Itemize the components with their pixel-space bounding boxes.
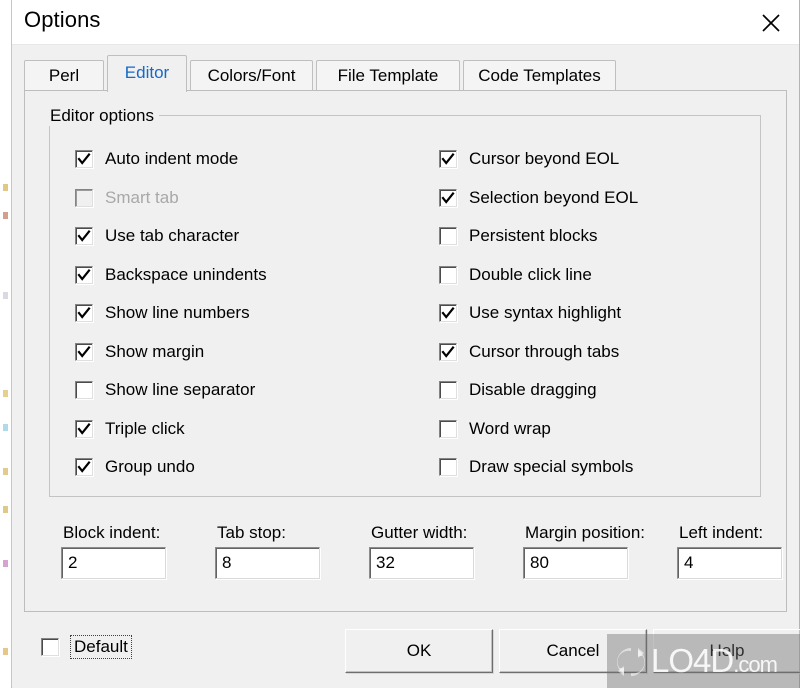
checkbox-persistent-blocks[interactable]: Persistent blocks — [439, 223, 598, 249]
checkbox-show-line-numbers[interactable]: Show line numbers — [75, 300, 250, 326]
checkbox-triple-click[interactable]: Triple click — [75, 416, 185, 442]
checkbox-box — [75, 458, 93, 476]
checkbox-use-syntax-highlight[interactable]: Use syntax highlight — [439, 300, 621, 326]
checkbox-label: Use syntax highlight — [469, 303, 622, 322]
tab-code-templates[interactable]: Code Templates — [463, 60, 616, 91]
checkbox-cursor-beyond-eol[interactable]: Cursor beyond EOL — [439, 146, 619, 172]
tab-strip: Perl Editor Colors/Font File Template Code T… — [24, 55, 787, 92]
checkbox-box — [75, 150, 93, 168]
checkbox-label: Double click line — [469, 264, 592, 284]
field-label: Block indent: — [63, 523, 161, 542]
checkbox-label: Word wrap — [469, 418, 551, 438]
checkbox-draw-special-symbols[interactable]: Draw special symbols — [439, 454, 633, 480]
background-artifact — [3, 506, 8, 513]
checkbox-box — [439, 419, 457, 438]
checkbox-box — [439, 150, 457, 168]
background-artifact — [3, 648, 8, 655]
checkbox-box — [439, 458, 457, 476]
cancel-button[interactable]: Cancel — [499, 629, 647, 673]
checkbox-label: Cursor beyond EOL — [469, 149, 620, 168]
checkbox-word-wrap[interactable]: Word wrap — [439, 416, 551, 442]
field-label: Left indent: — [679, 523, 764, 542]
field-input[interactable] — [369, 547, 474, 579]
field-label: Tab stop: — [217, 523, 286, 542]
checkbox-box — [75, 419, 93, 438]
tab-perl[interactable]: Perl — [24, 60, 104, 91]
checkbox-label: Smart tab — [105, 187, 179, 207]
title-bar: Options — [12, 0, 799, 45]
field-label: Gutter width: — [371, 523, 468, 542]
checkbox-auto-indent-mode[interactable]: Auto indent mode — [75, 146, 238, 172]
checkbox-label: Disable dragging — [469, 380, 597, 399]
checkbox-use-tab-character[interactable]: Use tab character — [75, 223, 239, 249]
checkbox-backspace-unindents[interactable]: Backspace unindents — [75, 262, 267, 288]
checkbox-group-undo[interactable]: Group undo — [75, 454, 195, 480]
tab-page-editor: Auto indent mode Smart tab Use tab charact… — [24, 90, 787, 612]
checkbox-label: Draw special symbols — [469, 457, 634, 476]
checkbox-label: Use tab character — [105, 226, 240, 245]
checkbox-disable-dragging[interactable]: Disable dragging — [439, 377, 597, 403]
checkbox-label: Show margin — [105, 341, 205, 361]
checkbox-label: Show line separator — [105, 380, 256, 399]
field-input[interactable] — [523, 547, 628, 579]
checkbox-label: Cursor through tabs — [469, 341, 620, 361]
window-title: Options — [24, 7, 101, 32]
checkbox-box — [75, 227, 93, 245]
checkbox-double-click-line[interactable]: Double click line — [439, 262, 592, 288]
checkbox-box — [75, 188, 93, 207]
checkbox-selection-beyond-eol[interactable]: Selection beyond EOL — [439, 185, 638, 211]
close-icon — [762, 14, 780, 32]
close-button[interactable] — [743, 0, 799, 43]
background-artifact — [3, 184, 8, 191]
group-legend: Editor options — [46, 106, 159, 126]
checkbox-box — [75, 265, 93, 284]
field-input[interactable] — [61, 547, 166, 579]
checkbox-show-line-separator[interactable]: Show line separator — [75, 377, 255, 403]
checkbox-label: Auto indent mode — [105, 149, 239, 168]
checkbox-label: Backspace unindents — [105, 264, 267, 284]
checkbox-label: Persistent blocks — [469, 226, 598, 245]
options-dialog: Options Perl Editor Colors/Font File Templa… — [11, 0, 800, 688]
tab-editor[interactable]: Editor — [107, 55, 187, 92]
default-checkbox-label: Default — [70, 635, 132, 659]
checkbox-box — [439, 188, 457, 207]
background-artifact — [3, 560, 8, 567]
background-artifact — [3, 424, 8, 431]
field-input[interactable] — [215, 547, 320, 579]
checkbox-box — [75, 342, 93, 361]
checkbox-smart-tab: Smart tab — [75, 185, 179, 211]
tab-file-template[interactable]: File Template — [316, 60, 460, 91]
checkbox-box — [41, 638, 59, 656]
checkbox-box — [439, 381, 457, 399]
default-checkbox[interactable]: Default — [41, 635, 132, 659]
checkbox-box — [75, 304, 93, 322]
checkbox-label: Show line numbers — [105, 303, 250, 322]
help-button[interactable]: Help — [653, 629, 800, 673]
checkbox-show-margin[interactable]: Show margin — [75, 339, 204, 365]
checkbox-box — [439, 304, 457, 322]
field-input[interactable] — [677, 547, 782, 579]
background-artifact — [3, 292, 8, 299]
ok-button[interactable]: OK — [345, 629, 493, 673]
checkbox-box — [439, 342, 457, 361]
background-artifact — [3, 390, 8, 397]
checkbox-box — [439, 227, 457, 245]
background-artifact — [3, 468, 8, 475]
checkbox-label: Selection beyond EOL — [469, 187, 639, 207]
checkbox-cursor-through-tabs[interactable]: Cursor through tabs — [439, 339, 619, 365]
checkbox-box — [439, 265, 457, 284]
tab-colors-font[interactable]: Colors/Font — [190, 60, 313, 91]
checkbox-label: Triple click — [105, 418, 185, 438]
checkbox-box — [75, 381, 93, 399]
field-label: Margin position: — [525, 523, 646, 542]
checkbox-label: Group undo — [105, 457, 195, 476]
background-artifact — [3, 212, 8, 219]
